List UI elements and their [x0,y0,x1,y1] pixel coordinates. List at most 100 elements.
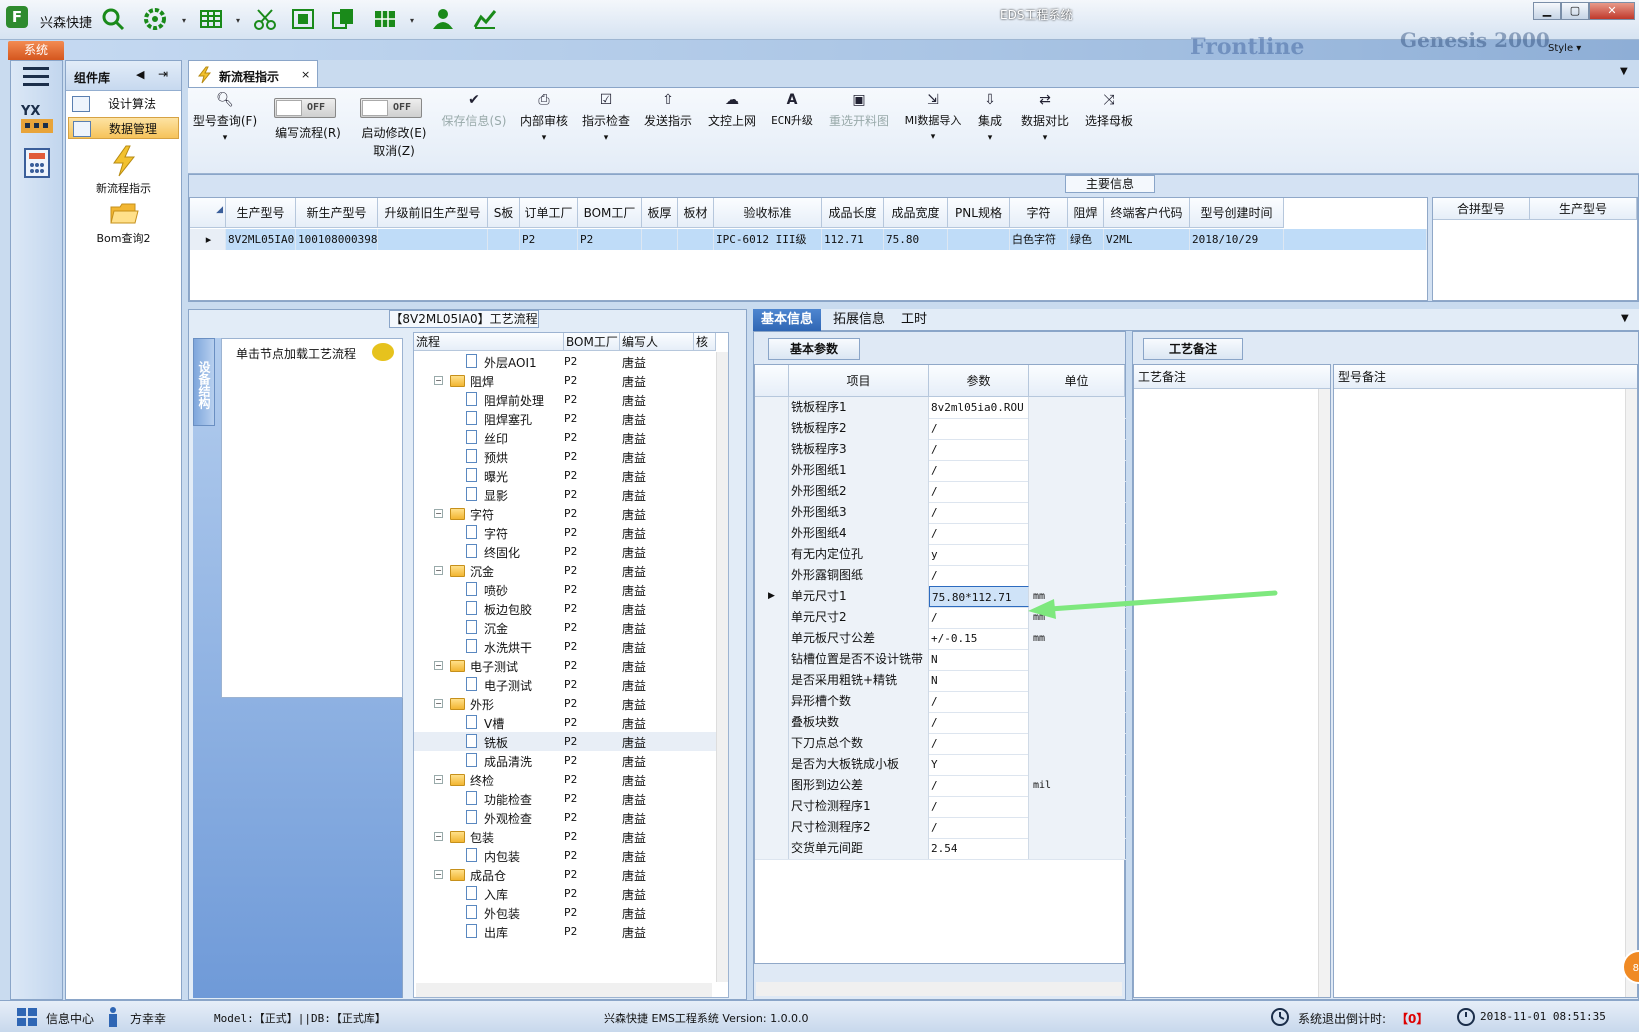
tree-row[interactable]: 阻焊塞孔 P2 唐益 [414,409,728,428]
param-row[interactable]: 钻槽位置是否不设计铣带 N [755,649,1126,671]
param-row[interactable]: 外形图纸4/ [755,523,1126,545]
col-header[interactable]: 生产型号 [226,198,296,228]
col-combined-model[interactable]: 合拼型号 [1433,198,1530,220]
col-header[interactable]: 板厚 [642,198,678,228]
expand-toggle-icon[interactable]: − [434,376,443,385]
grid-cell[interactable] [948,229,1010,250]
scissors-icon[interactable] [252,7,278,31]
tree-row[interactable]: 内包装 P2 唐益 [414,846,728,865]
data-compare-button[interactable]: ⇄ 数据对比 ▾ [1016,92,1074,143]
param-value[interactable]: / [929,796,1029,817]
integrate-button[interactable]: ⇩ 集成 ▾ [972,92,1008,143]
col-header[interactable]: S板 [488,198,520,228]
grid-cell[interactable]: 白色字符 [1010,229,1068,250]
maximize-button[interactable]: ▢ [1561,2,1589,20]
param-row[interactable]: 铣板程序2/ [755,418,1126,440]
tree-row[interactable]: 板边包胶 P2 唐益 [414,599,728,618]
expand-toggle-icon[interactable]: − [434,509,443,518]
param-row[interactable]: 外形图纸2/ [755,481,1126,503]
collapse-left-icon[interactable]: ◀ [136,68,144,81]
param-value[interactable]: / [929,502,1029,523]
param-value[interactable]: / [929,733,1029,754]
library-item-design-algorithm[interactable]: 设计算法 [68,93,179,115]
tree-row[interactable]: − 沉金 P2 唐益 [414,561,728,580]
hamburger-icon[interactable] [23,67,49,87]
start-modify-toggle[interactable]: OFF [360,98,422,118]
grid-cell[interactable] [488,229,520,250]
col-header[interactable]: 订单工厂 [520,198,578,228]
cancel-label[interactable]: 取消(Z) [354,142,434,159]
param-row[interactable]: 图形到边公差 / mil [755,775,1126,797]
tree-row[interactable]: 出库 P2 唐益 [414,922,728,941]
param-row[interactable]: 铣板程序3/ [755,439,1126,461]
bom-query2-item[interactable]: Bom查询2 [66,201,181,246]
param-value[interactable]: / [929,418,1029,439]
tree-row[interactable]: 外观检查 P2 唐益 [414,808,728,827]
chart-icon[interactable] [472,7,498,31]
info-center-link[interactable]: 信息中心 [46,1010,94,1027]
tree-row[interactable]: 显影 P2 唐益 [414,485,728,504]
tree-row[interactable]: − 阻焊 P2 唐益 [414,371,728,390]
search-icon[interactable] [100,7,126,31]
param-row[interactable]: 有无内定位孔 y [755,544,1126,566]
col-header[interactable]: 新生产型号 [296,198,378,228]
param-row[interactable]: 叠板块数 / [755,712,1126,734]
internal-review-button[interactable]: ⎙ 内部审核 ▾ [516,92,572,143]
mi-import-button[interactable]: ⇲ MI数据导入 ▾ [900,92,966,142]
param-value[interactable]: / [929,481,1029,502]
param-value[interactable]: +/-0.15 [929,628,1029,649]
param-value[interactable]: / [929,712,1029,733]
col-writer[interactable]: 编写人 [620,333,694,351]
tree-vertical-scrollbar[interactable] [716,352,728,982]
param-row[interactable]: 是否为大板铣成小板 Y [755,754,1126,776]
expand-toggle-icon[interactable]: − [434,870,443,879]
param-row[interactable]: 外形图纸1/ [755,460,1126,482]
grid-cell[interactable]: V2ML [1104,229,1190,250]
minimize-button[interactable]: ▁ [1533,2,1561,20]
param-value[interactable]: 75.80*112.71 [929,586,1029,607]
col-review[interactable]: 核 [694,333,716,351]
grid-cell[interactable]: 75.80 [884,229,948,250]
col-production-model[interactable]: 生产型号 [1530,198,1637,220]
process-notes-tab[interactable]: 工艺备注 [1143,338,1243,360]
grid-icon[interactable] [372,7,398,31]
tree-row[interactable]: 成品清洗 P2 唐益 [414,751,728,770]
tree-row[interactable]: 水洗烘干 P2 唐益 [414,637,728,656]
grid-cell[interactable]: 10010800039826 [296,229,378,250]
tree-row[interactable]: − 成品仓 P2 唐益 [414,865,728,884]
new-flow-instruction-item[interactable]: 新流程指示 [66,145,181,196]
tree-row[interactable]: − 字符 P2 唐益 [414,504,728,523]
param-value[interactable]: / [929,565,1029,586]
param-value[interactable]: / [929,523,1029,544]
tree-horizontal-scrollbar[interactable] [416,983,712,997]
param-row[interactable]: 下刀点总个数 / [755,733,1126,755]
tree-row[interactable]: 外层AOI1 P2 唐益 [414,352,728,371]
tree-row[interactable]: 预烘 P2 唐益 [414,447,728,466]
param-row[interactable]: 单元板尺寸公差 +/-0.15 mm [755,628,1126,650]
tab-basic-info[interactable]: 基本信息 [753,309,822,331]
expand-toggle-icon[interactable]: − [434,832,443,841]
grid-cell[interactable]: 8V2ML05IA0 [226,229,296,250]
pin-icon[interactable]: ⇥ [158,67,168,81]
process-notes-box[interactable]: 工艺备注 [1133,364,1331,998]
tree-row[interactable]: − 包装 P2 唐益 [414,827,728,846]
tree-row[interactable]: 喷砂 P2 唐益 [414,580,728,599]
tree-row[interactable]: − 外形 P2 唐益 [414,694,728,713]
col-header[interactable]: 升级前旧生产型号 [378,198,488,228]
grid-cell[interactable]: 112.71 [822,229,884,250]
table-icon[interactable] [198,7,224,31]
col-unit[interactable]: 单位 [1029,365,1125,397]
tree-row[interactable]: − 终检 P2 唐益 [414,770,728,789]
tree-row[interactable]: 终固化 P2 唐益 [414,542,728,561]
grid-cell[interactable]: 2018/10/29 [1190,229,1284,250]
calculator-icon[interactable] [21,147,53,181]
param-value[interactable]: N [929,649,1029,670]
tree-row[interactable]: 外包装 P2 唐益 [414,903,728,922]
col-header[interactable]: 终端客户代码 [1104,198,1190,228]
param-row[interactable]: 外形露铜图纸 / [755,565,1126,587]
col-bom-factory[interactable]: BOM工厂 [564,333,620,351]
param-row[interactable]: 尺寸检测程序1/ [755,796,1126,818]
expand-toggle-icon[interactable]: − [434,661,443,670]
edit-flow-toggle[interactable]: OFF [274,98,336,118]
tree-row[interactable]: V槽 P2 唐益 [414,713,728,732]
